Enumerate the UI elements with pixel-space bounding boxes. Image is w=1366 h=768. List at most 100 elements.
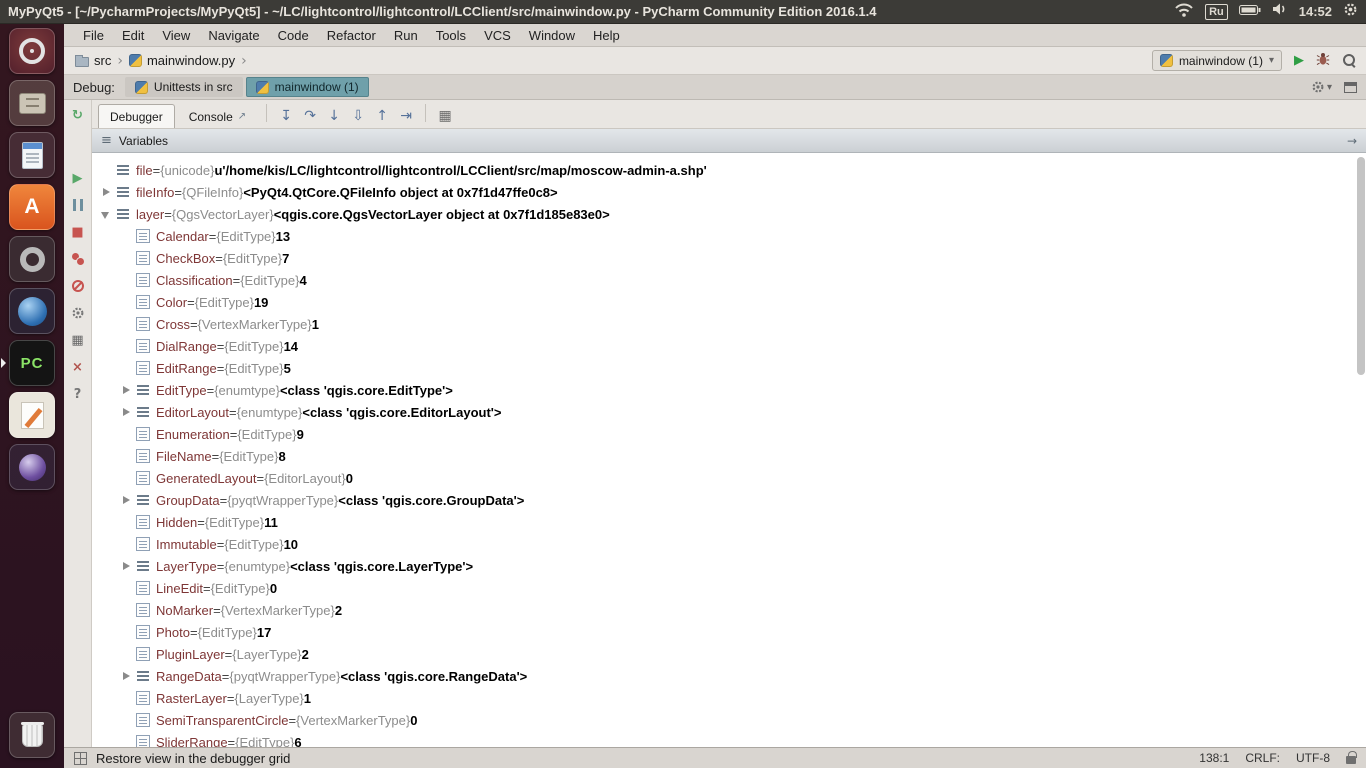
mute-breakpoints-button[interactable] (69, 277, 87, 295)
var-row-RasterLayer[interactable]: RasterLayer = {LayerType} 1 (92, 687, 1366, 709)
settings-button[interactable] (69, 304, 87, 322)
panel-arrow-icon[interactable]: → (1347, 134, 1357, 148)
launcher-item-notes-app[interactable] (9, 392, 55, 438)
scrollbar-thumb[interactable] (1357, 157, 1365, 375)
var-row-file[interactable]: file = {unicode} u'/home/kis/LC/lightcon… (92, 159, 1366, 181)
menu-tools[interactable]: Tools (427, 26, 475, 45)
launcher-item-web-browser[interactable] (9, 288, 55, 334)
search-everywhere-icon[interactable] (1342, 53, 1357, 68)
expand-arrow-icon[interactable] (120, 494, 132, 506)
var-row-EditorLayout[interactable]: EditorLayout = {enumtype} <class 'qgis.c… (92, 401, 1366, 423)
expand-arrow-icon[interactable] (120, 406, 132, 418)
restore-layout-button[interactable]: ▦ (69, 331, 87, 349)
debug-tab-mainwindow-1-[interactable]: mainwindow (1) (246, 77, 369, 97)
debug-button[interactable] (1316, 52, 1330, 69)
var-row-LayerType[interactable]: LayerType = {enumtype} <class 'qgis.core… (92, 555, 1366, 577)
vertical-scrollbar[interactable] (1356, 153, 1366, 747)
hide-panel-icon[interactable] (1344, 82, 1357, 93)
network-icon[interactable] (1174, 2, 1194, 22)
launcher-item-media-app[interactable] (9, 444, 55, 490)
var-row-RangeData[interactable]: RangeData = {pyqtWrapperType} <class 'qg… (92, 665, 1366, 687)
run-configuration-select[interactable]: mainwindow (1) ▾ (1152, 50, 1282, 71)
menu-window[interactable]: Window (520, 26, 584, 45)
menu-view[interactable]: View (153, 26, 199, 45)
rerun-button[interactable]: ↻ (69, 106, 87, 124)
stop-button[interactable]: ■ (69, 223, 87, 241)
close-button[interactable]: × (69, 358, 87, 376)
run-to-cursor-button[interactable]: ⇥ (395, 104, 417, 128)
var-row-Hidden[interactable]: Hidden = {EditType} 11 (92, 511, 1366, 533)
variable-name: Hidden (156, 515, 197, 530)
menu-run[interactable]: Run (385, 26, 427, 45)
show-execution-point-button[interactable]: ↧ (275, 104, 297, 128)
view-breakpoints-button[interactable] (69, 250, 87, 268)
caret-position[interactable]: 138:1 (1199, 751, 1229, 765)
launcher-item-text-editor[interactable] (9, 132, 55, 178)
file-encoding[interactable]: UTF-8 (1296, 751, 1330, 765)
var-row-GeneratedLayout[interactable]: GeneratedLayout = {EditorLayout} 0 (92, 467, 1366, 489)
session-gear-icon[interactable] (1343, 2, 1358, 22)
var-row-fileInfo[interactable]: fileInfo = {QFileInfo} <PyQt4.QtCore.QFi… (92, 181, 1366, 203)
menu-edit[interactable]: Edit (113, 26, 153, 45)
breadcrumb-mainwindow[interactable]: mainwindow.py (127, 53, 237, 68)
step-out-button[interactable]: ↑ (371, 104, 393, 128)
var-row-FileName[interactable]: FileName = {EditType} 8 (92, 445, 1366, 467)
line-separator[interactable]: CRLF: (1245, 751, 1280, 765)
var-row-PluginLayer[interactable]: PluginLayer = {LayerType} 2 (92, 643, 1366, 665)
expand-arrow-icon[interactable] (100, 186, 112, 198)
var-row-EditType[interactable]: EditType = {enumtype} <class 'qgis.core.… (92, 379, 1366, 401)
launcher-item-system-app[interactable] (9, 236, 55, 282)
var-row-SemiTransparentCircle[interactable]: SemiTransparentCircle = {VertexMarkerTyp… (92, 709, 1366, 731)
menu-navigate[interactable]: Navigate (199, 26, 268, 45)
launcher-item-ubuntu-dash[interactable] (9, 28, 55, 74)
var-row-Color[interactable]: Color = {EditType} 19 (92, 291, 1366, 313)
var-row-SliderRange[interactable]: SliderRange = {EditType} 6 (92, 731, 1366, 747)
clock[interactable]: 14:52 (1299, 4, 1332, 19)
menu-refactor[interactable]: Refactor (318, 26, 385, 45)
var-row-layer[interactable]: layer = {QgsVectorLayer} <qgis.core.QgsV… (92, 203, 1366, 225)
var-row-Enumeration[interactable]: Enumeration = {EditType} 9 (92, 423, 1366, 445)
var-row-Cross[interactable]: Cross = {VertexMarkerType} 1 (92, 313, 1366, 335)
debugger-grid-icon[interactable] (74, 752, 87, 765)
breadcrumb-src[interactable]: src (73, 53, 113, 68)
expand-arrow-icon[interactable] (120, 560, 132, 572)
debug-tab-unittests-in-src[interactable]: Unittests in src (125, 77, 243, 97)
collapse-arrow-icon[interactable] (100, 208, 112, 220)
step-over-button[interactable]: ↷ (299, 104, 321, 128)
step-into-button[interactable]: ↓ (323, 104, 345, 128)
lock-icon[interactable] (1346, 756, 1356, 764)
restore-layout-button[interactable]: ▦ (434, 104, 456, 128)
menu-code[interactable]: Code (269, 26, 318, 45)
menu-help[interactable]: Help (584, 26, 629, 45)
settings-gear-icon[interactable]: ▾ (1311, 80, 1332, 94)
menu-vcs[interactable]: VCS (475, 26, 520, 45)
run-button[interactable]: ▶ (1294, 53, 1304, 68)
tab-console[interactable]: Console↗ (177, 104, 258, 128)
var-row-GroupData[interactable]: GroupData = {pyqtWrapperType} <class 'qg… (92, 489, 1366, 511)
keyboard-layout-indicator[interactable]: Ru (1205, 4, 1228, 20)
var-row-DialRange[interactable]: DialRange = {EditType} 14 (92, 335, 1366, 357)
var-row-Photo[interactable]: Photo = {EditType} 17 (92, 621, 1366, 643)
volume-icon[interactable] (1272, 2, 1288, 21)
jump-to-console-icon[interactable]: ↗ (238, 111, 246, 122)
launcher-item-software-center[interactable]: A (9, 184, 55, 230)
launcher-item-trash[interactable] (9, 712, 55, 758)
expand-arrow-icon[interactable] (120, 384, 132, 396)
menu-file[interactable]: File (74, 26, 113, 45)
var-row-Calendar[interactable]: Calendar = {EditType} 13 (92, 225, 1366, 247)
var-row-LineEdit[interactable]: LineEdit = {EditType} 0 (92, 577, 1366, 599)
var-row-Immutable[interactable]: Immutable = {EditType} 10 (92, 533, 1366, 555)
var-row-Classification[interactable]: Classification = {EditType} 4 (92, 269, 1366, 291)
launcher-item-file-manager[interactable] (9, 80, 55, 126)
expand-arrow-icon[interactable] (120, 670, 132, 682)
resume-button[interactable]: ▶ (69, 169, 87, 187)
var-row-NoMarker[interactable]: NoMarker = {VertexMarkerType} 2 (92, 599, 1366, 621)
pause-button[interactable] (69, 196, 87, 214)
var-row-EditRange[interactable]: EditRange = {EditType} 5 (92, 357, 1366, 379)
force-step-into-button[interactable]: ⇩ (347, 104, 369, 128)
help-button[interactable]: ? (69, 385, 87, 403)
var-row-CheckBox[interactable]: CheckBox = {EditType} 7 (92, 247, 1366, 269)
launcher-item-pycharm[interactable]: PC (9, 340, 55, 386)
tab-debugger[interactable]: Debugger (98, 104, 175, 128)
battery-icon[interactable] (1239, 3, 1261, 21)
